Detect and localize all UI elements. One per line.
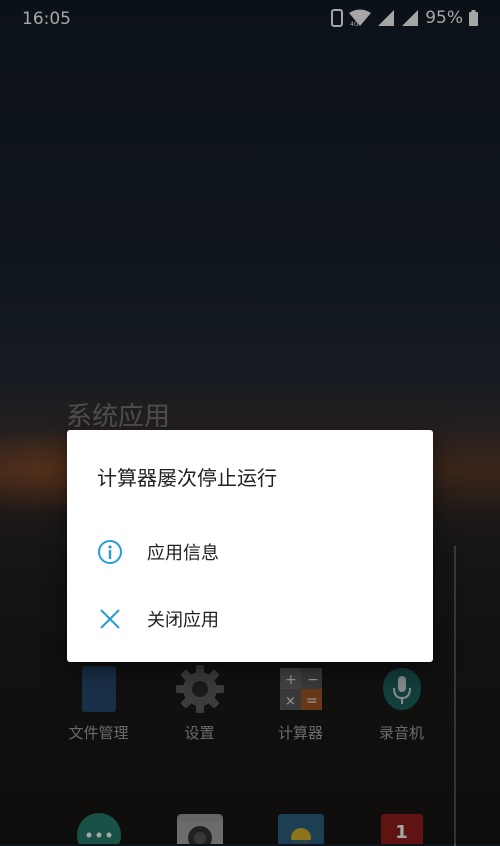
close-app-label: 关闭应用 [147, 610, 219, 631]
close-icon [97, 606, 123, 632]
dialog-title: 计算器屡次停止运行 [97, 466, 277, 490]
dialog-scrim[interactable] [0, 0, 500, 844]
info-icon [97, 539, 123, 565]
app-info-label: 应用信息 [147, 543, 219, 564]
app-info-button[interactable]: 应用信息 [67, 522, 433, 582]
close-app-button[interactable]: 关闭应用 [67, 589, 433, 649]
app-crash-dialog: 计算器屡次停止运行 应用信息 关闭应用 [67, 430, 433, 662]
